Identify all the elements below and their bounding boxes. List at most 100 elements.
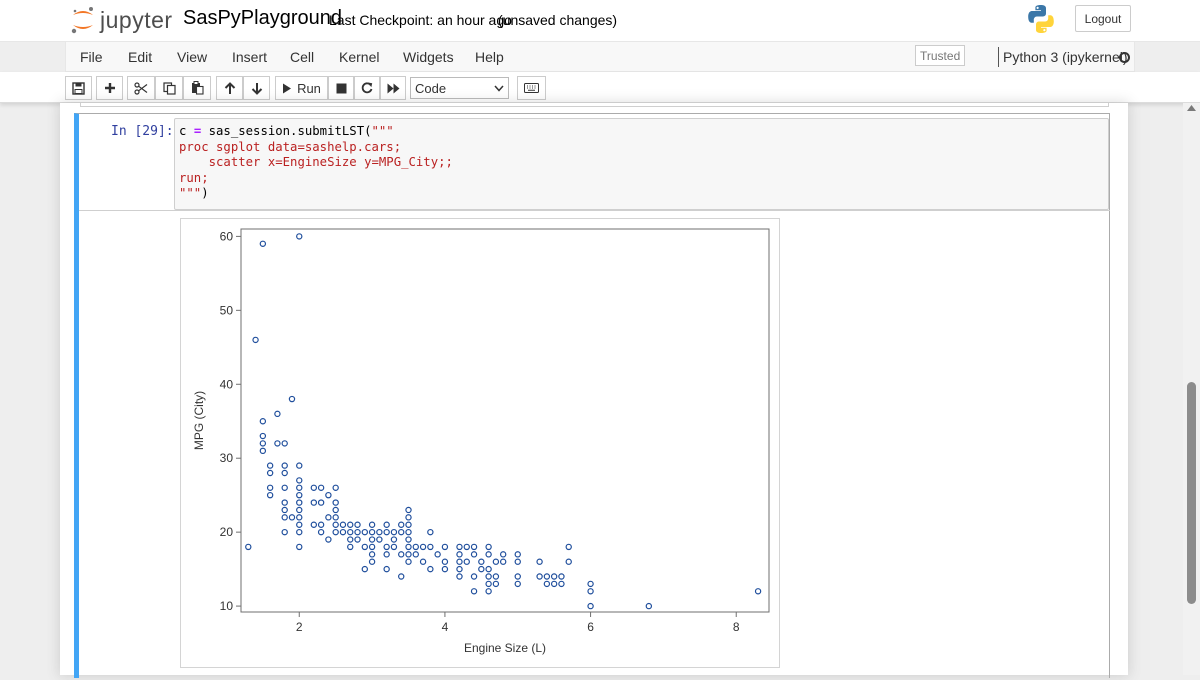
- data-point: [325, 514, 332, 521]
- plus-icon: [104, 83, 115, 93]
- data-points: [245, 233, 762, 610]
- data-point: [427, 565, 434, 573]
- data-point: [441, 558, 449, 565]
- data-point: [405, 506, 412, 514]
- input-prompt: In [29]:: [111, 124, 174, 139]
- logout-button[interactable]: Logout: [1075, 5, 1131, 32]
- data-point: [368, 543, 376, 551]
- data-point: [587, 580, 594, 588]
- data-point: [281, 440, 288, 447]
- run-button[interactable]: Run: [275, 76, 328, 100]
- data-point: [296, 528, 303, 536]
- x-tick-label: 2: [296, 620, 303, 634]
- data-point: [427, 543, 434, 551]
- scroll-up-arrow-icon[interactable]: [1187, 105, 1196, 111]
- page-scrollbar[interactable]: [1183, 103, 1200, 675]
- data-point: [325, 491, 332, 499]
- data-point: [463, 543, 470, 551]
- data-point: [485, 580, 492, 588]
- data-point: [361, 528, 369, 536]
- data-point: [347, 536, 354, 543]
- menu-kernel[interactable]: Kernel: [339, 49, 379, 65]
- data-point: [383, 528, 390, 536]
- data-point: [281, 469, 288, 477]
- data-point: [368, 521, 376, 528]
- play-icon: [283, 83, 292, 93]
- cell-type-select[interactable]: Code: [410, 77, 509, 99]
- scatter-plot-svg: 10 20 30 40 50 60 2 4 6 8 Engine Size (L) MPG (Ci…: [192, 228, 770, 655]
- move-down-button[interactable]: [243, 76, 270, 100]
- data-point: [478, 558, 485, 565]
- data-point: [514, 580, 521, 588]
- menu-widgets[interactable]: Widgets: [403, 49, 454, 65]
- data-point: [266, 491, 274, 499]
- kernel-separator: [998, 47, 999, 67]
- data-point: [296, 477, 303, 484]
- save-icon: [72, 81, 85, 95]
- keyboard-icon: [524, 83, 539, 93]
- copy-button[interactable]: [155, 76, 183, 100]
- data-point: [485, 551, 492, 558]
- data-point: [543, 573, 551, 580]
- data-point: [514, 573, 521, 580]
- jupyter-logo[interactable]: jupyter: [70, 6, 173, 34]
- previous-cell[interactable]: [80, 103, 1109, 107]
- data-point: [296, 514, 303, 521]
- trusted-indicator[interactable]: Trusted: [915, 45, 966, 66]
- menu-cell[interactable]: Cell: [290, 49, 314, 65]
- data-point: [514, 551, 521, 558]
- arrow-down-icon: [251, 82, 262, 95]
- restart-run-all-button[interactable]: [380, 76, 406, 100]
- code-cell-selected[interactable]: In [29]: c = sas_session.submitLST(""" p…: [74, 113, 1110, 678]
- data-point: [536, 573, 543, 580]
- data-point: [354, 536, 361, 543]
- paste-button[interactable]: [183, 76, 211, 100]
- data-point: [347, 528, 354, 536]
- data-point: [434, 551, 441, 558]
- data-point: [361, 565, 369, 573]
- data-point: [398, 551, 405, 558]
- data-point: [296, 499, 303, 506]
- cut-button[interactable]: [127, 76, 155, 100]
- jupyter-logo-icon: [71, 7, 93, 34]
- menu-insert[interactable]: Insert: [232, 49, 267, 65]
- code-line-2: proc sgplot data=sashelp.cars;: [179, 139, 402, 154]
- move-up-button[interactable]: [216, 76, 243, 100]
- restart-icon: [361, 82, 373, 94]
- scissors-icon: [134, 81, 148, 95]
- data-point: [296, 491, 303, 499]
- data-point: [412, 551, 419, 558]
- data-point: [645, 602, 653, 610]
- data-point: [470, 543, 478, 551]
- interrupt-button[interactable]: [328, 76, 354, 100]
- data-point: [288, 395, 296, 403]
- menu-file[interactable]: File: [80, 49, 103, 65]
- data-point: [550, 573, 558, 580]
- toolbar: Run Code: [0, 72, 1200, 103]
- data-point: [332, 506, 339, 514]
- data-point: [405, 551, 412, 558]
- menu-edit[interactable]: Edit: [128, 49, 152, 65]
- insert-cell-button[interactable]: [96, 76, 123, 100]
- notebook-name[interactable]: SasPyPlayground: [183, 7, 342, 30]
- data-point: [398, 573, 405, 580]
- data-point: [405, 543, 412, 551]
- cell-type-value: Code: [415, 81, 447, 96]
- code-editor[interactable]: c = sas_session.submitLST(""" proc sgplo…: [174, 118, 1109, 210]
- command-palette-button[interactable]: [517, 76, 546, 100]
- data-point: [587, 588, 594, 595]
- data-point: [296, 462, 303, 469]
- header: jupyter SasPyPlayground Last Checkpoint:…: [0, 0, 1200, 42]
- restart-button[interactable]: [354, 76, 380, 100]
- y-tick-label: 30: [220, 451, 234, 465]
- scrollbar-thumb[interactable]: [1187, 382, 1196, 604]
- data-point: [390, 536, 398, 543]
- data-point: [754, 588, 762, 595]
- data-point: [259, 447, 267, 455]
- data-point: [368, 536, 376, 543]
- menu-help[interactable]: Help: [475, 49, 504, 65]
- save-button[interactable]: [65, 76, 92, 100]
- menu-view[interactable]: View: [177, 49, 207, 65]
- data-point: [288, 514, 296, 521]
- kernel-name[interactable]: Python 3 (ipykernel): [1003, 49, 1128, 65]
